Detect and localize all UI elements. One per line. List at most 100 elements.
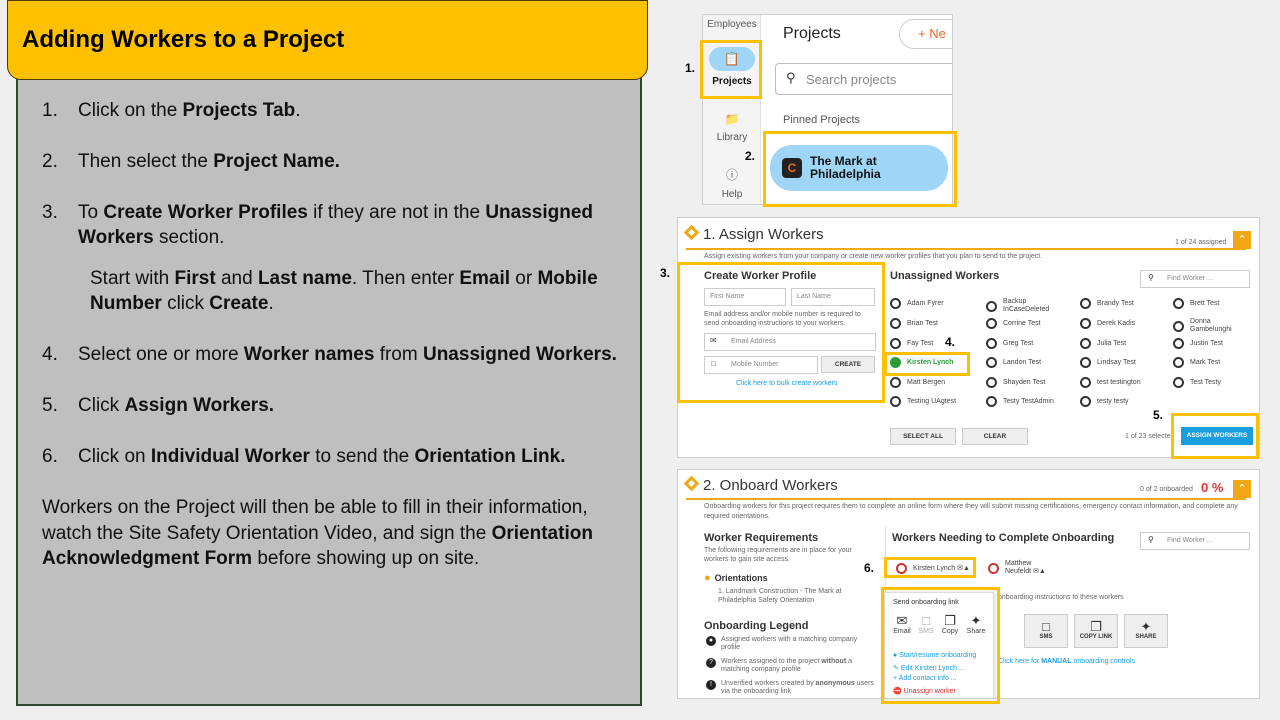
help-icon: ⓘ xyxy=(725,168,738,182)
worker-item[interactable]: Brett Test xyxy=(1173,298,1219,309)
person-icon xyxy=(986,338,997,349)
worker-name: Shayden Test xyxy=(1003,378,1046,386)
worker-item[interactable]: Backup InCaseDeleted xyxy=(986,298,1063,314)
worker-item[interactable]: Fay Test xyxy=(890,338,933,349)
legend-title: Onboarding Legend xyxy=(704,620,809,632)
text: to send the xyxy=(309,446,415,467)
pinned-label: Pinned Projects xyxy=(783,114,861,126)
step-number: 3. xyxy=(42,202,58,223)
worker-name: Brett Test xyxy=(1190,299,1220,307)
select-all-button[interactable]: SELECT ALL xyxy=(890,428,956,445)
search-placeholder: Search projects xyxy=(806,72,897,87)
worker-item[interactable]: Brandy Test xyxy=(1080,298,1134,309)
step-number: 5. xyxy=(42,395,58,416)
collapse-icon[interactable]: ⌃ xyxy=(1233,480,1251,498)
step-text: To Create Worker Profiles if they are no… xyxy=(78,200,632,250)
worker-last: Neufeldt xyxy=(1005,568,1032,575)
text: Start with xyxy=(90,268,175,289)
share-button[interactable]: ✦ SHARE xyxy=(1124,614,1168,648)
legend-row-2: ? Workers assigned to the project withou… xyxy=(706,658,874,674)
requirements-text: The following requirements are in place … xyxy=(704,547,852,563)
worker-name: Landon Test xyxy=(1003,358,1042,366)
text: Click on the xyxy=(78,100,183,121)
worker-name: Brian Test xyxy=(907,319,938,327)
person-icon xyxy=(1080,377,1091,388)
step-number: 2. xyxy=(42,151,58,172)
copy-link-button[interactable]: ❐ COPY LINK xyxy=(1074,614,1118,648)
worker-item[interactable]: Matt Bergen xyxy=(890,377,945,388)
worker-item[interactable]: Greg Test xyxy=(986,338,1033,349)
worker-name: Corrine Test xyxy=(1003,319,1041,327)
text: and xyxy=(215,268,258,289)
worker-item[interactable]: Lindsay Test xyxy=(1080,357,1136,368)
worker-first: Matthew xyxy=(1005,560,1032,567)
share-icon: ✦ xyxy=(1140,619,1152,634)
nav-library[interactable]: Library xyxy=(703,132,761,143)
bold-text: Project Name. xyxy=(213,151,340,172)
worker-name: testy testy xyxy=(1097,397,1129,405)
worker-name: Test Testy xyxy=(1190,378,1221,386)
step-6: 6. Click on Individual Worker to send the… xyxy=(42,444,632,469)
bold-text: Worker names xyxy=(243,344,375,365)
person-icon xyxy=(1173,377,1184,388)
worker-item[interactable]: Testing UAgtest xyxy=(890,396,956,407)
step-text: Click on Individual Worker to send the O… xyxy=(78,444,632,469)
worker-item[interactable]: Shayden Test xyxy=(986,377,1045,388)
callout-1: 1. xyxy=(685,61,696,75)
step-3-detail: Start with First and Last name. Then ent… xyxy=(42,266,632,316)
find-worker-placeholder-2: Find Worker ... xyxy=(1167,537,1213,544)
worker-item[interactable]: testy testy xyxy=(1080,396,1129,407)
text: Click xyxy=(78,395,125,416)
text: Then select the xyxy=(78,151,214,172)
person-icon xyxy=(1080,396,1091,407)
worker-item[interactable]: Justin Test xyxy=(1173,338,1223,349)
worker-item[interactable]: test testington xyxy=(1080,377,1141,388)
nav-employees[interactable]: Employees xyxy=(703,19,761,30)
slide: Adding Workers to a Project 1. Click on t… xyxy=(0,0,1280,720)
legend-row-1: ● Assigned workers with a matching compa… xyxy=(706,636,874,652)
find-worker-input-2[interactable]: Find Worker ... xyxy=(1140,532,1250,550)
sms-button[interactable]: □ SMS xyxy=(1024,614,1068,648)
step-number: 6. xyxy=(42,446,58,467)
worker-item[interactable]: Corrine Test xyxy=(986,318,1041,329)
callout-5: 5. xyxy=(1153,408,1164,422)
new-project-button[interactable]: + Ne xyxy=(899,19,952,49)
clear-button[interactable]: CLEAR xyxy=(962,428,1028,445)
worker-name: Derek Kadis xyxy=(1097,319,1136,327)
highlight-worker-onboard xyxy=(884,557,976,578)
text: if they are not in the xyxy=(307,202,486,223)
person-icon xyxy=(890,298,901,309)
worker-item[interactable]: Test Testy xyxy=(1173,377,1221,388)
worker-matthew-onboard[interactable]: Matthew Neufeldt ✉▲ xyxy=(988,560,1046,576)
nav-help[interactable]: Help xyxy=(703,189,761,200)
callout-2: 2. xyxy=(745,149,756,163)
worker-item[interactable]: Testy TestAdmin xyxy=(986,396,1054,407)
worker-item[interactable]: Mark Test xyxy=(1173,357,1220,368)
legend-row-3: ! Unverified workers created by anonymou… xyxy=(706,680,874,696)
worker-item[interactable]: Derek Kadis xyxy=(1080,318,1135,329)
bold-text: Create Worker Profiles xyxy=(103,202,308,223)
highlight-popup xyxy=(881,587,1000,704)
search-projects-input[interactable]: ⚲ Search projects xyxy=(775,63,952,95)
bold-text: Assign Workers. xyxy=(124,395,275,416)
worker-item[interactable]: Adam Fyrer xyxy=(890,298,944,309)
orientation-item: 1. Landmark Construction - The Mark at P… xyxy=(718,588,842,604)
legend-2: Workers assigned to the project without … xyxy=(721,658,874,674)
manual-link[interactable]: Click here for MANUAL onboarding control… xyxy=(998,658,1135,665)
worker-item[interactable]: Landon Test xyxy=(986,357,1041,368)
worker-item[interactable]: Brian Test xyxy=(890,318,938,329)
worker-name: Matt Bergen xyxy=(907,378,946,386)
onboard-title: 2. Onboard Workers xyxy=(703,477,838,494)
step-text: Then select the Project Name. xyxy=(78,149,632,174)
onboard-heading: 2. Onboard Workers xyxy=(683,475,838,494)
person-icon xyxy=(1080,338,1091,349)
worker-item[interactable]: Donna Gambelunghi xyxy=(1173,318,1250,334)
worker-name: test testington xyxy=(1097,378,1141,386)
collapse-icon[interactable]: ⌃ xyxy=(1233,231,1251,249)
header-rule xyxy=(686,248,1246,250)
find-worker-input[interactable]: Find Worker ... xyxy=(1140,270,1250,288)
worker-item[interactable]: Julia Test xyxy=(1080,338,1126,349)
step-5: 5. Click Assign Workers. xyxy=(42,393,632,418)
legend-3a: Unverified workers created by xyxy=(721,680,816,687)
search-icon: ⚲ xyxy=(1148,273,1154,282)
